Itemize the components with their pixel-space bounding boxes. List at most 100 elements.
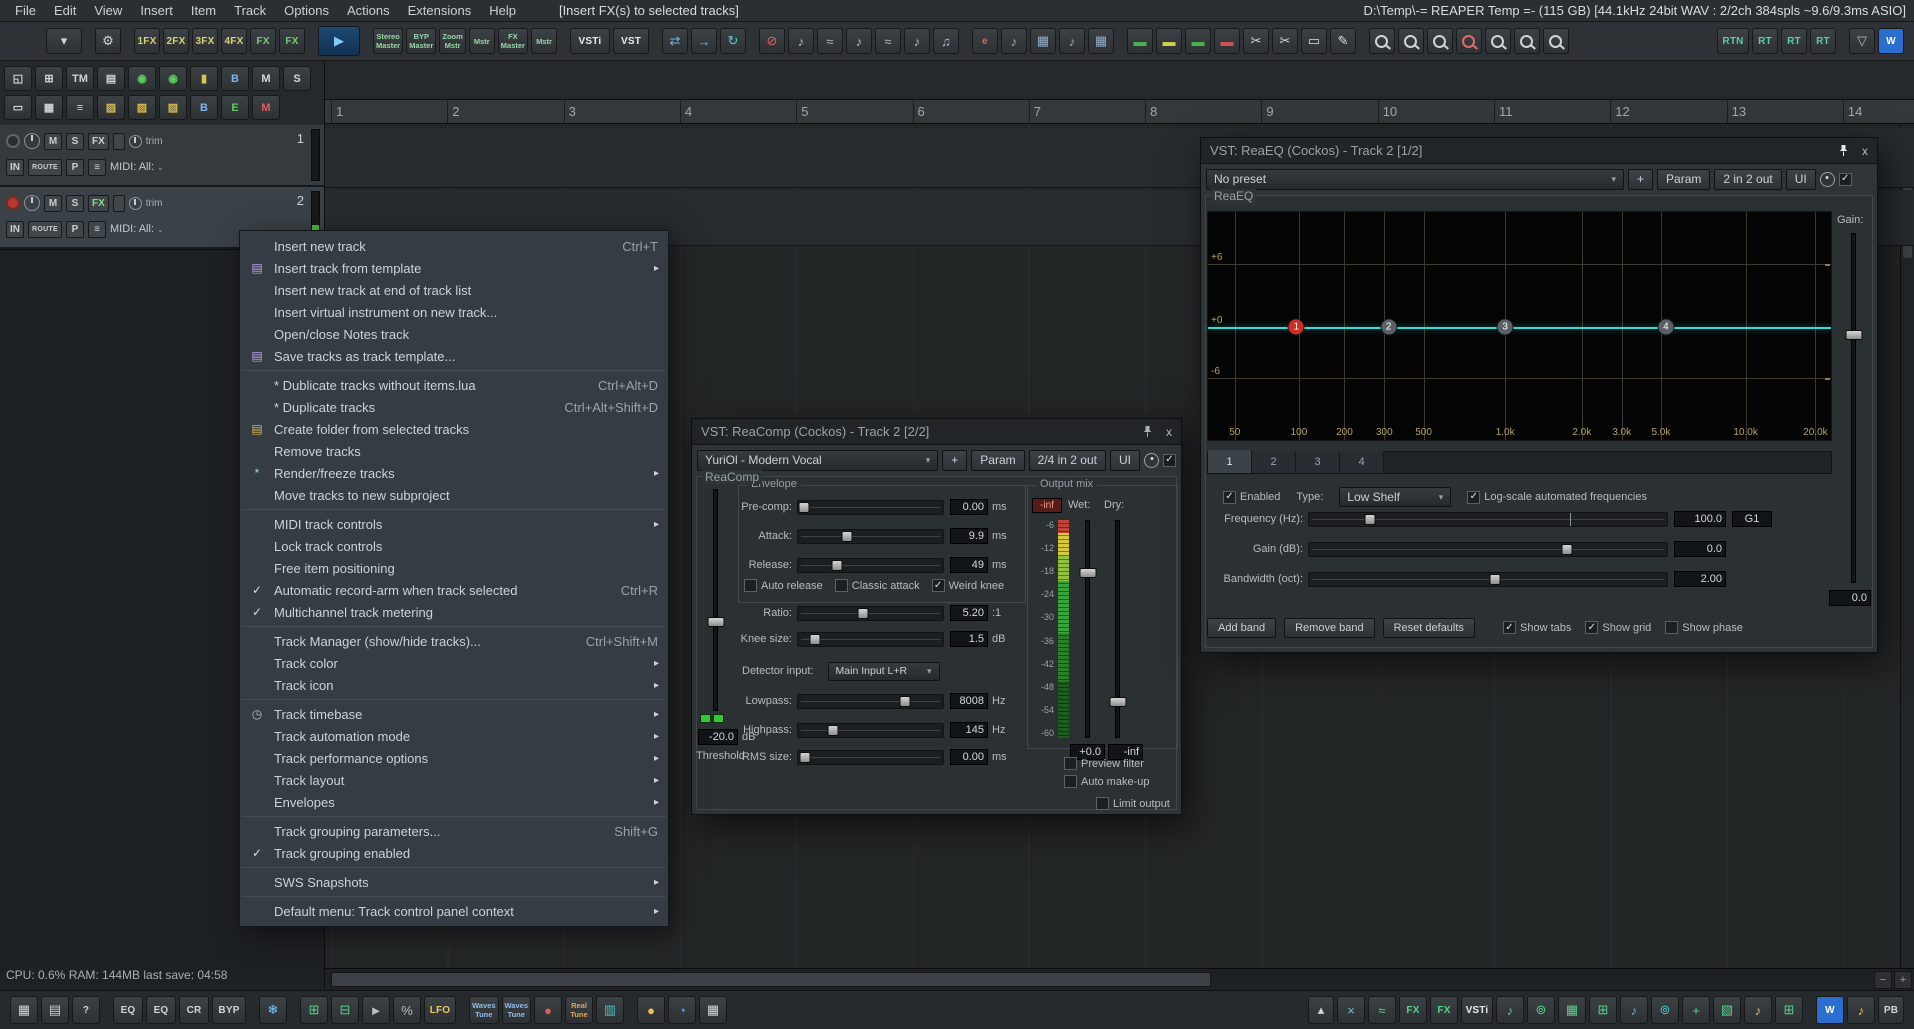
ctx-item-open-close-notes-track[interactable]: Open/close Notes track xyxy=(240,323,668,345)
bt-actions-right-icon-12[interactable]: + xyxy=(1682,996,1710,1024)
reaeq-log-scale-automated-frequencies-checkbox[interactable]: ✓Log-scale automated frequencies xyxy=(1467,491,1647,504)
ctx-item-track-timebase[interactable]: ◷Track timebase▸ xyxy=(240,703,668,725)
tb-nav-icon-1[interactable]: → xyxy=(691,28,717,54)
horizontal-scrollbar-thumb[interactable] xyxy=(331,972,1211,987)
reacomp-pre-comp-slider[interactable] xyxy=(797,500,944,515)
reacomp-limit-output-checkbox[interactable]: Limit output xyxy=(1096,797,1170,810)
tb-edit-tools-icon-1[interactable]: ▬ xyxy=(1156,28,1182,54)
menu-actions[interactable]: Actions xyxy=(338,2,399,19)
ctx-item-remove-tracks[interactable]: Remove tracks xyxy=(240,440,668,462)
tb-fx-chains-fx-4[interactable]: FX xyxy=(250,28,276,54)
tb-settings-icon-0[interactable]: ⚙ xyxy=(95,28,121,54)
volume-knob[interactable] xyxy=(24,195,40,211)
record-arm-button[interactable] xyxy=(6,134,20,148)
tb-master-sends-icon-5[interactable]: Mstr xyxy=(531,28,557,54)
reacomp-attack-slider[interactable] xyxy=(797,529,944,544)
tb-item-tools-icon-0[interactable]: ⊘ xyxy=(759,28,785,54)
reacomp-attack-value[interactable]: 9.9 xyxy=(950,528,988,544)
tb-rt-rt-2[interactable]: RT xyxy=(1781,28,1807,54)
reaeq-frequency-hz-value[interactable]: 100.0 xyxy=(1674,511,1726,527)
bt-actions-right-icon-13[interactable]: ▧ xyxy=(1713,996,1741,1024)
ctx-item-track-layout[interactable]: Track layout▸ xyxy=(240,769,668,791)
type-dropdown[interactable]: Low Shelf▾ xyxy=(1339,487,1451,507)
detector-dropdown[interactable]: Main Input L+R▾ xyxy=(828,662,940,681)
bt-plugins-icon-0[interactable]: ● xyxy=(637,996,665,1024)
bt-docker-item-2[interactable]: ? xyxy=(72,996,100,1024)
tb-midi-tools-icon-2[interactable]: ▦ xyxy=(1030,28,1056,54)
ctx-item-insert-virtual-instrument-on-new-track[interactable]: Insert virtual instrument on new track..… xyxy=(240,301,668,323)
reacomp-highpass-value[interactable]: 145 xyxy=(950,722,988,738)
tb-edit-tools-icon-7[interactable]: ✎ xyxy=(1330,28,1356,54)
bt-routing-lfo-4[interactable]: LFO xyxy=(424,996,456,1024)
threshold-value[interactable]: -20.0 xyxy=(698,729,738,745)
input-button[interactable]: IN xyxy=(6,159,24,176)
tb-zoom-icon-4[interactable] xyxy=(1485,28,1511,54)
tb-master-sends-icon-4[interactable]: FXMaster xyxy=(498,28,528,54)
ctx-item-insert-new-track-at-end-of-track-list[interactable]: Insert new track at end of track list xyxy=(240,279,668,301)
fx-bypass-button[interactable] xyxy=(113,195,125,212)
monitor-button[interactable]: P xyxy=(66,221,84,238)
reacomp-ratio-slider[interactable] xyxy=(797,606,944,621)
bt-monitor-fx-cr-2[interactable]: CR xyxy=(179,996,209,1024)
ctx-item-track-performance-options[interactable]: Track performance options▸ xyxy=(240,747,668,769)
ctx-item-automatic-record-arm-when-track-selected[interactable]: ✓Automatic record-arm when track selecte… xyxy=(240,579,668,601)
reaeq-enabled-checkbox[interactable]: ✓Enabled xyxy=(1223,491,1280,504)
track-panel-1[interactable]: MSFXtrimINROUTEP≡MIDI: All:⌄1 xyxy=(0,125,324,187)
solo-button[interactable]: S xyxy=(66,133,84,150)
tcp-grid-btn-1-7[interactable]: E xyxy=(221,95,249,120)
tb-zoom-icon-3[interactable] xyxy=(1456,28,1482,54)
tb-zoom-icon-0[interactable] xyxy=(1369,28,1395,54)
tb-item-tools-icon-4[interactable]: ≈ xyxy=(875,28,901,54)
tb-edit-tools-icon-4[interactable]: ✂ xyxy=(1243,28,1269,54)
tcp-grid-btn-1-1[interactable]: ▦ xyxy=(35,95,63,120)
band-tab-2[interactable]: 2 xyxy=(1252,451,1296,473)
reaeq-gain-db-value[interactable]: 0.0 xyxy=(1674,541,1726,557)
reacomp-ratio-value[interactable]: 5.20 xyxy=(950,605,988,621)
tb-midi-tools-icon-1[interactable]: ♪ xyxy=(1001,28,1027,54)
tb-item-tools-icon-3[interactable]: ♪ xyxy=(846,28,872,54)
tb-nav-icon-2[interactable]: ↻ xyxy=(720,28,746,54)
reacomp-knee-size-slider[interactable] xyxy=(797,632,944,647)
band-tab-3[interactable]: 3 xyxy=(1296,451,1340,473)
reacomp-preview-filter-checkbox[interactable]: Preview filter xyxy=(1064,757,1144,770)
reacomp-lowpass-value[interactable]: 8008 xyxy=(950,693,988,709)
bt-far-right-pb-2[interactable]: PB xyxy=(1878,996,1904,1024)
menu-help[interactable]: Help xyxy=(480,2,525,19)
tb-zoom-icon-1[interactable] xyxy=(1398,28,1424,54)
ctx-item-midi-track-controls[interactable]: MIDI track controls▸ xyxy=(240,513,668,535)
ctx-item-duplicate-tracks[interactable]: * Duplicate tracksCtrl+Alt+Shift+D xyxy=(240,396,668,418)
route-button[interactable]: ROUTE xyxy=(28,221,62,238)
bt-actions-right-vsti-5[interactable]: VSTi xyxy=(1461,996,1493,1024)
tb-misc-right-w-1[interactable]: W xyxy=(1878,28,1904,54)
tcp-grid-btn-0-0[interactable]: ◱ xyxy=(4,66,32,91)
band-tab-1[interactable]: 1 xyxy=(1208,450,1252,473)
bt-far-right-icon-1[interactable]: ♪ xyxy=(1847,996,1875,1024)
ctx-item-insert-new-track[interactable]: Insert new trackCtrl+T xyxy=(240,235,668,257)
tb-item-tools-icon-1[interactable]: ♪ xyxy=(788,28,814,54)
ctx-item-track-color[interactable]: Track color▸ xyxy=(240,652,668,674)
reacomp-rms-size-slider[interactable] xyxy=(797,750,944,765)
tb-edit-tools-icon-2[interactable]: ▬ xyxy=(1185,28,1211,54)
reacomp-auto-release-checkbox[interactable]: Auto release xyxy=(744,579,823,592)
ctx-item-track-grouping-enabled[interactable]: ✓Track grouping enabled xyxy=(240,842,668,864)
tb-misc-right-icon-0[interactable]: ▽ xyxy=(1849,28,1875,54)
ctx-item-track-manager-show-hide-tracks[interactable]: Track Manager (show/hide tracks)...Ctrl+… xyxy=(240,630,668,652)
reacomp-weird-knee-checkbox[interactable]: ✓Weird knee xyxy=(932,579,1004,592)
bt-docker-icon-1[interactable]: ▤ xyxy=(41,996,69,1024)
gain-fader[interactable] xyxy=(1851,233,1856,583)
bt-pitch-tools-icon-1[interactable]: WavesTune xyxy=(502,996,532,1024)
bt-pitch-tools-icon-4[interactable]: ▥ xyxy=(596,996,624,1024)
reacomp-pre-comp-value[interactable]: 0.00 xyxy=(950,499,988,515)
ctx-item-track-automation-mode[interactable]: Track automation mode▸ xyxy=(240,725,668,747)
tb-edit-tools-icon-0[interactable]: ▬ xyxy=(1127,28,1153,54)
gain-value[interactable]: 0.0 xyxy=(1829,590,1871,606)
bt-routing-icon-3[interactable]: % xyxy=(393,996,421,1024)
menu-view[interactable]: View xyxy=(85,2,131,19)
midi-input-dropdown[interactable]: MIDI: All:⌄ xyxy=(110,161,164,173)
bt-pitch-tools-icon-2[interactable]: ● xyxy=(534,996,562,1024)
tb-edit-tools-icon-5[interactable]: ✂ xyxy=(1272,28,1298,54)
bt-actions-right-icon-10[interactable]: ♪ xyxy=(1620,996,1648,1024)
tb-edit-tools-icon-3[interactable]: ▬ xyxy=(1214,28,1240,54)
vertical-scrollbar[interactable] xyxy=(1900,124,1914,968)
tcp-grid-btn-1-3[interactable]: ▨ xyxy=(97,95,125,120)
